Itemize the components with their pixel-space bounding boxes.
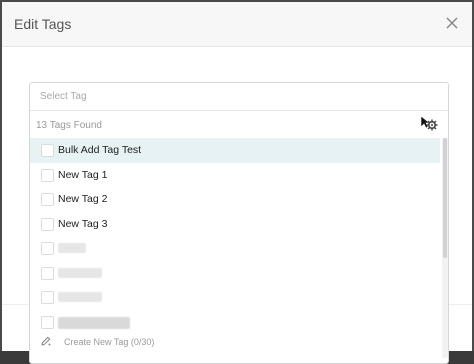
redacted-tag-label <box>58 267 102 278</box>
tags-found-count: 13 Tags Found <box>36 120 102 131</box>
tag-item-bulk-add-tag-test[interactable]: Bulk Add Tag Test <box>30 138 440 163</box>
tag-checkbox[interactable] <box>41 217 54 231</box>
tag-label: New Tag 1 <box>58 168 108 181</box>
tag-checkbox[interactable] <box>41 266 54 280</box>
tag-item-redacted[interactable] <box>30 261 440 286</box>
tags-found-row: 13 Tags Found <box>30 112 448 138</box>
create-new-tag-row[interactable]: Create New Tag (0/30) <box>29 333 447 351</box>
close-icon[interactable] <box>444 15 460 31</box>
tag-checkbox[interactable] <box>41 168 54 182</box>
tag-item-redacted[interactable] <box>30 236 440 261</box>
tag-search-input[interactable] <box>30 83 448 111</box>
tag-label: New Tag 2 <box>58 193 108 205</box>
tag-label: New Tag 3 <box>58 217 108 230</box>
modal-header: Edit Tags <box>2 2 472 47</box>
create-new-tag-label: Create New Tag (0/30) <box>64 337 155 347</box>
pencil-icon <box>41 336 51 346</box>
tag-list-scrollbar[interactable] <box>442 138 448 358</box>
tag-item-new-tag-3[interactable]: New Tag 3 <box>30 212 440 237</box>
gear-icon[interactable] <box>426 119 438 131</box>
redacted-tag-label <box>58 292 102 302</box>
redacted-tag-label <box>58 316 130 329</box>
tag-checkbox[interactable] <box>41 291 54 304</box>
tag-item-redacted[interactable] <box>30 285 440 310</box>
tag-item-redacted[interactable] <box>30 310 440 335</box>
tag-item-new-tag-2[interactable]: New Tag 2 <box>30 187 440 212</box>
tag-list: Bulk Add Tag Test New Tag 1 New Tag 2 Ne… <box>30 138 440 334</box>
edit-tags-modal: Edit Tags 13 Tags Found Bulk Add Tag Tes… <box>0 0 474 364</box>
tag-label: Bulk Add Tag Test <box>58 144 142 156</box>
scrollbar-thumb[interactable] <box>443 138 447 258</box>
tag-checkbox[interactable] <box>41 144 54 157</box>
tag-checkbox[interactable] <box>41 242 54 255</box>
redacted-tag-label <box>58 243 86 253</box>
tag-checkbox[interactable] <box>41 193 54 206</box>
modal-title: Edit Tags <box>14 16 72 32</box>
tag-select-panel: 13 Tags Found Bulk Add Tag Test New Tag … <box>29 82 449 364</box>
tag-checkbox[interactable] <box>41 315 54 329</box>
tag-item-new-tag-1[interactable]: New Tag 1 <box>30 163 440 188</box>
